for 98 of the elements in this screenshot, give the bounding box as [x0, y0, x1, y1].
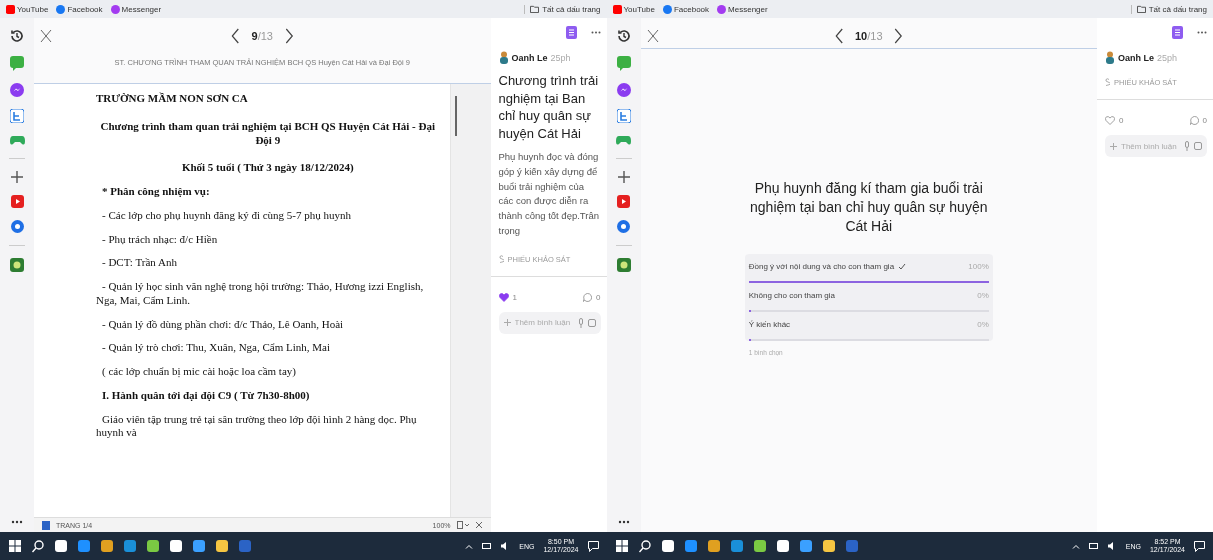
- all-bookmarks-link[interactable]: Tất cả dấu trang: [1130, 4, 1207, 14]
- like-count: 1: [512, 292, 517, 302]
- windows-icon[interactable]: [8, 539, 22, 553]
- document-text: - DCT: Trần Anh: [101, 256, 178, 270]
- document-text: Giáo viên tập trung trẻ tại sân trường theo lớp đội hình 2 hàng dọc. Phụ huynh và: [95, 412, 418, 440]
- all-bookmarks-link[interactable]: Tất cả dấu trang: [524, 4, 601, 14]
- author-name: Oanh Le: [1118, 52, 1154, 63]
- document-text: Khối 5 tuổi ( Thứ 3 ngày 18/12/2024): [180, 161, 355, 175]
- image-icon: [587, 318, 596, 327]
- windows-icon[interactable]: [614, 539, 629, 553]
- post-description: Phụ huynh đọc và đóng góp ý kiến xây dựng để buổi trải nghiệm của các con được diễn ra thành công tốt đẹp.Trân trọng: [498, 150, 601, 238]
- search-icon[interactable]: [637, 539, 652, 553]
- page-counter: 9/13: [251, 30, 273, 42]
- document-text: - Các lớp cho phụ huynh đăng ký đi cùng 5-7 phụ huynh: [101, 208, 352, 223]
- more-icon[interactable]: [590, 31, 601, 34]
- microphone-icon: [1184, 141, 1190, 151]
- author-name: Oanh Le: [511, 52, 548, 63]
- bookmark-icon: [717, 4, 727, 14]
- section-icon: [1105, 78, 1110, 87]
- next-icon[interactable]: [894, 28, 903, 44]
- view-icon[interactable]: [456, 521, 469, 529]
- post-title: Chương trình trải nghiệm tại Ban chỉ huy quân sự huyện Cát Hải: [498, 72, 600, 143]
- gamepad-icon[interactable]: [9, 135, 25, 146]
- avatar-icon: [498, 51, 509, 64]
- close-icon[interactable]: [40, 29, 52, 43]
- microphone-icon: [577, 317, 584, 328]
- avatar-icon: [1105, 51, 1115, 64]
- option-label: Ý kiến khác: [748, 319, 791, 329]
- bookmark-link[interactable]: YouTube: [6, 4, 49, 14]
- post-time: 25ph: [1157, 52, 1178, 63]
- history-icon[interactable]: [9, 28, 25, 44]
- section-icon: [498, 254, 504, 264]
- battery-icon[interactable]: [1088, 543, 1099, 549]
- chevron-up-icon[interactable]: [465, 543, 474, 549]
- task-view-icon[interactable]: [54, 539, 68, 553]
- post-time: 25ph: [550, 52, 571, 63]
- collapse-icon[interactable]: [474, 521, 483, 529]
- notification-icon[interactable]: [587, 540, 599, 552]
- task-view-icon[interactable]: [660, 539, 675, 553]
- previous-icon[interactable]: [835, 28, 843, 44]
- notification-icon[interactable]: [1194, 540, 1205, 552]
- document-text: Chương trình tham quan trải nghiệm tại BCH QS Huyện Cát Hải - Đại Đội 9: [99, 119, 436, 148]
- bookmark-link[interactable]: Messenger: [717, 4, 768, 14]
- chat-app-icon[interactable]: [616, 56, 631, 71]
- document-text: ( các lớp chuẩn bị mic cài hoặc loa cầm tay): [101, 365, 297, 379]
- option-label: Đồng ý với nội dung và cho con tham gia: [748, 261, 895, 271]
- plus-icon[interactable]: [11, 171, 23, 183]
- messenger-icon[interactable]: [616, 83, 631, 97]
- plus-icon: [1110, 142, 1117, 150]
- app-icon[interactable]: [752, 539, 767, 553]
- bookmark-link[interactable]: Messenger: [110, 4, 162, 14]
- messenger-icon[interactable]: [10, 83, 24, 97]
- chevron-up-icon[interactable]: [1071, 543, 1080, 549]
- plus-icon: [503, 319, 511, 326]
- bookmark-icon: [6, 4, 15, 14]
- battery-icon[interactable]: [482, 543, 493, 549]
- next-icon[interactable]: [284, 28, 293, 44]
- plus-icon[interactable]: [617, 171, 630, 183]
- heart-icon[interactable]: [498, 292, 509, 302]
- bookmark-link[interactable]: YouTube: [612, 4, 655, 14]
- comment-count: 0: [596, 292, 601, 302]
- gamepad-icon[interactable]: [616, 135, 631, 146]
- app-icon[interactable]: [775, 539, 790, 553]
- image-icon: [1194, 142, 1202, 150]
- document-text: I. Hành quân tới đại đội C9 ( Từ 7h30-8h00): [101, 388, 311, 403]
- more-icon[interactable]: [1197, 31, 1207, 34]
- bookmark-icon: [56, 4, 66, 14]
- document-text: - Quản lý đồ dùng phần chơi: đ/c Thảo, Lê Oanh, Hoài: [101, 317, 345, 332]
- app-icon[interactable]: [146, 539, 160, 553]
- check-icon: [898, 262, 907, 270]
- document-text: - Quản lý trò chơi: Thu, Xuân, Nga, Cẩm Linh, Mai: [101, 341, 332, 355]
- bookmark-link[interactable]: Facebook: [56, 4, 103, 14]
- bookmark-icon: [612, 4, 622, 14]
- search-icon[interactable]: [31, 539, 45, 553]
- video-app-icon[interactable]: [617, 195, 630, 208]
- document-text: TRƯỜNG MẦM NON SƠN CA: [96, 92, 249, 106]
- document-text: * Phân công nhiệm vụ:: [101, 185, 211, 199]
- more-icon[interactable]: [617, 520, 630, 524]
- video-app-icon[interactable]: [10, 195, 24, 208]
- bookmark-icon: [662, 4, 672, 14]
- poll-option[interactable]: Đồng ý với nội dung và cho con tham gia 100%: [748, 253, 989, 283]
- option-label: Không cho con tham gia: [748, 290, 836, 300]
- more-icon[interactable]: [11, 520, 23, 524]
- document-text: - Phụ trách nhạc: đ/c Hiền: [101, 232, 219, 247]
- document-text: - Quản lý học sinh văn nghệ trong hội trường: Thảo, Hương izzi English, Nga, Mai, Cẩm Linh.: [95, 280, 425, 308]
- poll-question: Phụ huynh đăng kí tham gia buổi trải nghiệm tại ban chỉ huy quân sự huyện Cát Hải: [749, 179, 989, 236]
- chat-app-icon[interactable]: [10, 56, 24, 71]
- history-icon[interactable]: [615, 28, 632, 44]
- page-counter: 10/13: [855, 30, 883, 42]
- option-percent: 100%: [968, 261, 989, 271]
- scrollbar-thumb[interactable]: [454, 96, 457, 136]
- bookmark-link[interactable]: Facebook: [662, 4, 710, 14]
- previous-icon[interactable]: [231, 28, 240, 44]
- app-icon[interactable]: [169, 539, 183, 553]
- bookmark-icon: [110, 4, 120, 14]
- like-count: 0: [1119, 116, 1124, 125]
- comment-count: 0: [1202, 116, 1207, 125]
- close-icon[interactable]: [646, 29, 659, 43]
